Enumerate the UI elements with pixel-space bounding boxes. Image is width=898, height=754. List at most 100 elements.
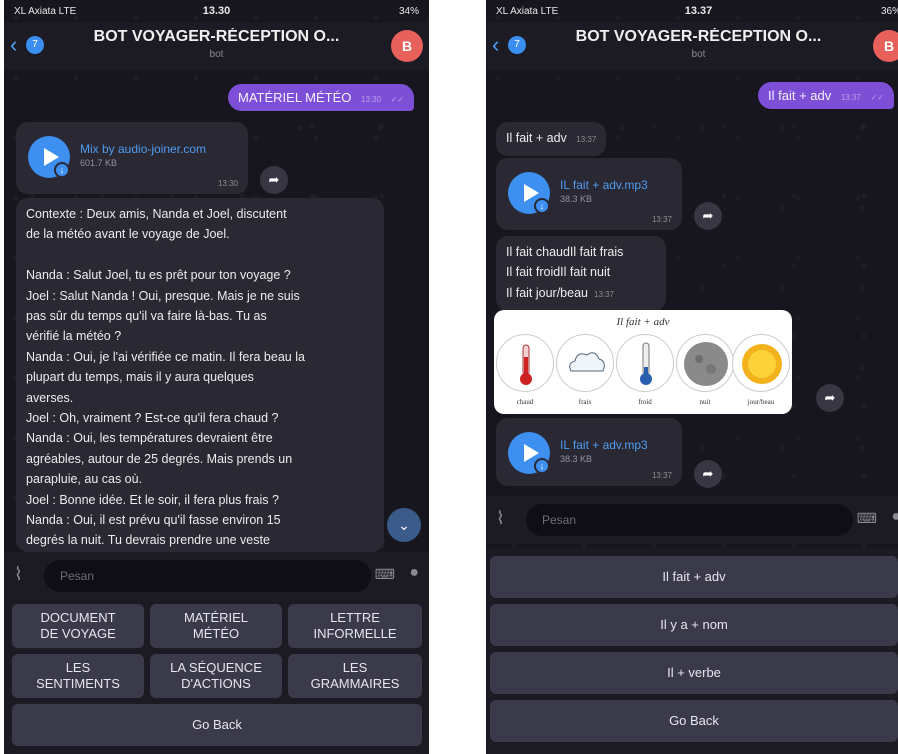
bot-keyboard: Il fait + adv Il y a + nom Il + verbe Go… bbox=[486, 548, 898, 754]
chat-title[interactable]: BOT VOYAGER-RÉCEPTION O... bbox=[536, 28, 861, 46]
keyboard-button-il-y-a[interactable]: Il y a + nom bbox=[490, 604, 898, 646]
chat-title[interactable]: BOT VOYAGER-RÉCEPTION O... bbox=[54, 28, 379, 46]
transcript-line: Nanda : Oui, il est prévu qu'il fasse en… bbox=[26, 513, 281, 528]
go-back-button[interactable]: Go Back bbox=[490, 700, 898, 742]
keyboard-button-document[interactable]: DOCUMENT DE VOYAGE bbox=[12, 604, 144, 648]
unread-badge: 7 bbox=[26, 36, 44, 54]
audio-file-size: 38.3 KB bbox=[560, 454, 593, 464]
bot-keyboard: DOCUMENT DE VOYAGE MATÉRIEL MÉTÉO LETTRE… bbox=[4, 600, 429, 754]
chevron-left-icon: ‹ bbox=[10, 32, 18, 57]
audio-file-name: Mix by audio-joiner.com bbox=[80, 142, 207, 156]
unread-badge: 7 bbox=[508, 36, 526, 54]
message-time: 13:37 bbox=[594, 289, 615, 299]
chevron-left-icon: ‹ bbox=[492, 32, 500, 57]
transcript-message[interactable]: Contexte : Deux amis, Nanda et Joel, dis… bbox=[16, 198, 384, 552]
outgoing-message[interactable]: Il fait + adv 13:37 ✓✓ bbox=[758, 82, 894, 109]
transcript-line bbox=[26, 245, 374, 265]
transcript-line: Joel : Oh, vraiment ? Est-ce qu'il fera … bbox=[26, 411, 279, 426]
transcript-line: parapluie, au cas où. bbox=[26, 472, 143, 487]
keyboard-button-materiel-meteo[interactable]: MATÉRIEL MÉTÉO bbox=[150, 604, 282, 648]
weather-image[interactable]: Il fait + adv chaud frais froid nuit jou… bbox=[494, 310, 792, 414]
transcript-line: agréables, autour de 25 degrés. Mais pre… bbox=[26, 451, 293, 466]
phrase-line: Il fait chaudIl fait frais bbox=[506, 245, 624, 259]
message-input[interactable]: Pesan bbox=[44, 560, 371, 592]
download-icon[interactable]: ↓ bbox=[534, 198, 550, 214]
download-icon[interactable]: ↓ bbox=[534, 458, 550, 474]
keyboard-button-lettre[interactable]: LETTRE INFORMELLE bbox=[288, 604, 422, 648]
incoming-message[interactable]: Il fait + adv 13:37 bbox=[496, 122, 607, 157]
status-bar: XL Axiata LTE 13.30 34% bbox=[4, 0, 429, 22]
message-time: 13:30 bbox=[217, 179, 238, 188]
share-icon[interactable]: ➦ bbox=[694, 460, 722, 488]
message-time: 13:30 bbox=[361, 95, 382, 104]
phrase-line: Il fait froidIl fait nuit bbox=[506, 265, 611, 280]
audio-file-name: IL fait + adv.mp3 bbox=[560, 438, 648, 452]
keyboard-button-il-verbe[interactable]: Il + verbe bbox=[490, 652, 898, 694]
audio-message[interactable]: ↓ IL fait + adv.mp3 38.3 KB 13:37 bbox=[496, 418, 682, 486]
transcript-line: Joel : Bonne idée. Et le soir, il fera p… bbox=[26, 492, 279, 507]
transcript-line: de la météo avant le voyage de Joel. bbox=[26, 227, 230, 242]
transcript-line: Nanda : Oui, les températures devraient … bbox=[26, 431, 273, 446]
image-label: chaud bbox=[516, 398, 534, 406]
go-back-button[interactable]: Go Back bbox=[12, 704, 422, 746]
avatar[interactable]: B bbox=[391, 30, 423, 62]
paperclip-icon[interactable]: ⌇ bbox=[14, 564, 23, 585]
image-label: frais bbox=[578, 398, 592, 406]
message-text: Il fait + adv bbox=[506, 131, 567, 145]
read-check-icon: ✓✓ bbox=[870, 93, 884, 102]
transcript-line: Joel : Salut Nanda ! Oui, presque. Mais … bbox=[26, 288, 300, 303]
battery-indicator: 36% bbox=[880, 6, 898, 17]
transcript-line: vérifié la météo ? bbox=[26, 329, 122, 344]
chat-screen-left: XL Axiata LTE 13.30 34% ‹ 7 BOT VOYAGER-… bbox=[4, 0, 429, 754]
message-time: 13:37 bbox=[840, 93, 861, 102]
keyboard-button-sequence[interactable]: LA SÉQUENCE D'ACTIONS bbox=[150, 654, 282, 698]
microphone-icon[interactable]: ● bbox=[891, 508, 898, 526]
keyboard-button-sentiments[interactable]: LES SENTIMENTS bbox=[12, 654, 144, 698]
avatar[interactable]: B bbox=[873, 30, 898, 62]
message-time: 13:37 bbox=[576, 135, 597, 144]
keyboard-button-grammaires[interactable]: LES GRAMMAIRES bbox=[288, 654, 422, 698]
transcript-line: Nanda : Oui, je l'ai vérifiée ce matin. … bbox=[26, 349, 305, 364]
back-button[interactable]: ‹ 7 bbox=[492, 32, 532, 58]
keyboard-button-il-fait[interactable]: Il fait + adv bbox=[490, 556, 898, 598]
audio-message[interactable]: ↓ IL fait + adv.mp3 38.3 KB 13:37 bbox=[496, 158, 682, 230]
transcript-line: Contexte : Deux amis, Nanda et Joel, dis… bbox=[26, 207, 287, 221]
read-check-icon: ✓✓ bbox=[390, 95, 405, 104]
clock: 13.37 bbox=[684, 5, 713, 17]
audio-file-size: 38.3 KB bbox=[560, 194, 593, 204]
thermometer-hot-icon bbox=[496, 334, 554, 392]
share-icon[interactable]: ➦ bbox=[260, 166, 288, 194]
status-bar: XL Axiata LTE 13.37 36% bbox=[486, 0, 898, 22]
audio-file-name: IL fait + adv.mp3 bbox=[560, 178, 648, 192]
message-input-bar: ⌇ Pesan ⌨ ● bbox=[486, 496, 898, 544]
share-icon[interactable]: ➦ bbox=[694, 202, 722, 230]
phrases-message[interactable]: Il fait chaudIl fait frais Il fait froidI… bbox=[496, 236, 666, 312]
audio-message[interactable]: ↓ Mix by audio-joiner.com 601.7 KB 13:30 bbox=[16, 122, 248, 194]
message-text: MATÉRIEL MÉTÉO bbox=[238, 90, 352, 105]
message-text: Il fait + adv bbox=[768, 88, 832, 103]
image-label: froid bbox=[638, 398, 652, 406]
paperclip-icon[interactable]: ⌇ bbox=[496, 508, 505, 529]
transcript-line: Nanda : Salut Joel, tu es prêt pour ton … bbox=[26, 268, 291, 283]
message-time: 13:37 bbox=[651, 471, 672, 480]
share-icon[interactable]: ➦ bbox=[816, 384, 844, 412]
download-icon[interactable]: ↓ bbox=[54, 162, 70, 178]
clock: 13.30 bbox=[202, 5, 231, 17]
back-button[interactable]: ‹ 7 bbox=[10, 32, 50, 58]
chat-header: ‹ 7 BOT VOYAGER-RÉCEPTION O... bot B bbox=[486, 22, 898, 70]
audio-file-size: 601.7 KB bbox=[80, 158, 118, 168]
sun-icon bbox=[732, 334, 790, 392]
transcript-line: degrés la nuit. Tu devrais prendre une v… bbox=[26, 533, 270, 548]
keyboard-icon[interactable]: ⌨ bbox=[375, 566, 395, 583]
outgoing-message[interactable]: MATÉRIEL MÉTÉO 13:30 ✓✓ bbox=[228, 84, 415, 111]
scroll-down-button[interactable]: ⌄ bbox=[387, 508, 421, 542]
transcript-line: averses. bbox=[26, 390, 74, 405]
chat-screen-right: XL Axiata LTE 13.37 36% ‹ 7 BOT VOYAGER-… bbox=[486, 0, 898, 754]
chat-subtitle: bot bbox=[209, 49, 224, 60]
message-input[interactable]: Pesan bbox=[526, 504, 853, 536]
keyboard-icon[interactable]: ⌨ bbox=[857, 510, 877, 527]
moon-icon bbox=[676, 334, 734, 392]
transcript-line: pas sûr du temps qu'il va faire là-bas. … bbox=[26, 309, 267, 324]
microphone-icon[interactable]: ● bbox=[409, 564, 419, 582]
message-input-bar: ⌇ Pesan ⌨ ● bbox=[4, 552, 429, 600]
